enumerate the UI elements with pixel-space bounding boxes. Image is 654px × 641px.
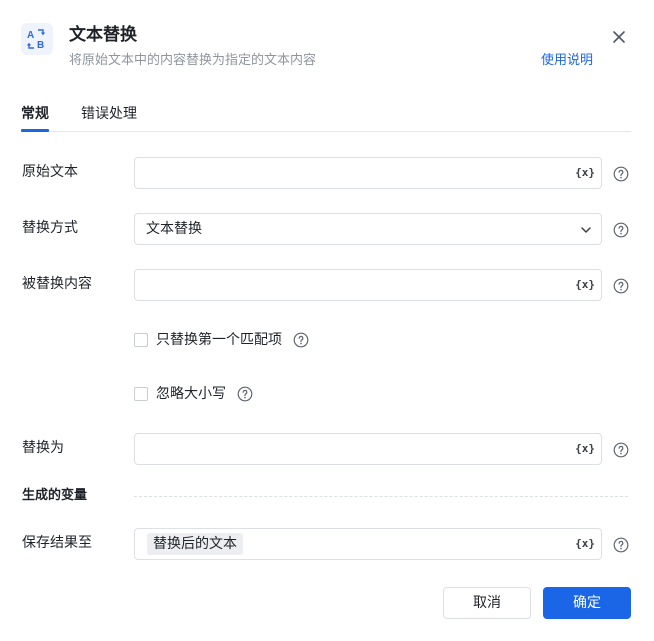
confirm-button[interactable]: 确定 bbox=[543, 587, 631, 619]
first-match-only-label[interactable]: 只替换第一个匹配项 bbox=[156, 330, 282, 350]
text-replace-dialog: A B 文本替换 将原始文本中的内容替换为指定的文本内容 使用说明 常规 错误处… bbox=[0, 0, 654, 641]
original-text-label: 原始文本 bbox=[22, 164, 78, 180]
close-icon bbox=[613, 31, 625, 43]
close-button[interactable] bbox=[608, 26, 630, 48]
help-icon[interactable] bbox=[613, 166, 629, 182]
tab-error-handling[interactable]: 错误处理 bbox=[81, 103, 137, 125]
original-text-input[interactable]: {x} bbox=[134, 157, 602, 189]
replace-mode-value: 文本替换 bbox=[146, 221, 202, 237]
help-icon[interactable] bbox=[613, 537, 629, 553]
svg-text:A: A bbox=[27, 30, 34, 41]
replace-mode-label: 替换方式 bbox=[22, 220, 78, 236]
ignore-case-option: 忽略大小写 bbox=[134, 384, 258, 404]
help-icon[interactable] bbox=[613, 442, 629, 458]
dialog-subtitle: 将原始文本中的内容替换为指定的文本内容 bbox=[69, 53, 317, 68]
save-result-input[interactable]: 替换后的文本 {x} bbox=[134, 528, 602, 560]
insert-variable-button[interactable]: {x} bbox=[575, 277, 595, 293]
dialog-title: 文本替换 bbox=[69, 25, 137, 45]
save-result-label: 保存结果至 bbox=[22, 535, 92, 551]
replace-with-label: 替换为 bbox=[22, 440, 64, 456]
ignore-case-label[interactable]: 忽略大小写 bbox=[156, 384, 226, 404]
replaced-content-input[interactable]: {x} bbox=[134, 269, 602, 301]
chevron-down-icon bbox=[581, 227, 591, 233]
replace-mode-select[interactable]: 文本替换 bbox=[134, 213, 602, 245]
first-match-only-checkbox[interactable] bbox=[134, 333, 148, 347]
text-replace-icon: A B bbox=[21, 23, 53, 55]
replace-with-input[interactable]: {x} bbox=[134, 433, 602, 465]
tab-general[interactable]: 常规 bbox=[21, 103, 49, 125]
first-match-only-option: 只替换第一个匹配项 bbox=[134, 330, 314, 350]
section-divider bbox=[134, 496, 628, 497]
tab-general-label: 常规 bbox=[21, 106, 49, 122]
svg-text:B: B bbox=[37, 40, 44, 51]
insert-variable-button[interactable]: {x} bbox=[575, 441, 595, 457]
ignore-case-checkbox[interactable] bbox=[134, 387, 148, 401]
replaced-content-label: 被替换内容 bbox=[22, 276, 92, 292]
help-icon[interactable] bbox=[237, 386, 253, 402]
help-icon[interactable] bbox=[613, 278, 629, 294]
help-icon[interactable] bbox=[293, 332, 309, 348]
usage-guide-link[interactable]: 使用说明 bbox=[541, 52, 593, 70]
tab-bar: 常规 错误处理 bbox=[21, 103, 631, 132]
help-icon[interactable] bbox=[613, 222, 629, 238]
active-tab-indicator bbox=[21, 129, 49, 132]
tab-error-handling-label: 错误处理 bbox=[81, 106, 137, 122]
variable-tag[interactable]: 替换后的文本 bbox=[147, 533, 243, 555]
output-variables-section-title: 生成的变量 bbox=[22, 488, 88, 503]
insert-variable-button[interactable]: {x} bbox=[575, 536, 595, 552]
insert-variable-button[interactable]: {x} bbox=[575, 165, 595, 181]
cancel-button[interactable]: 取消 bbox=[443, 587, 531, 619]
